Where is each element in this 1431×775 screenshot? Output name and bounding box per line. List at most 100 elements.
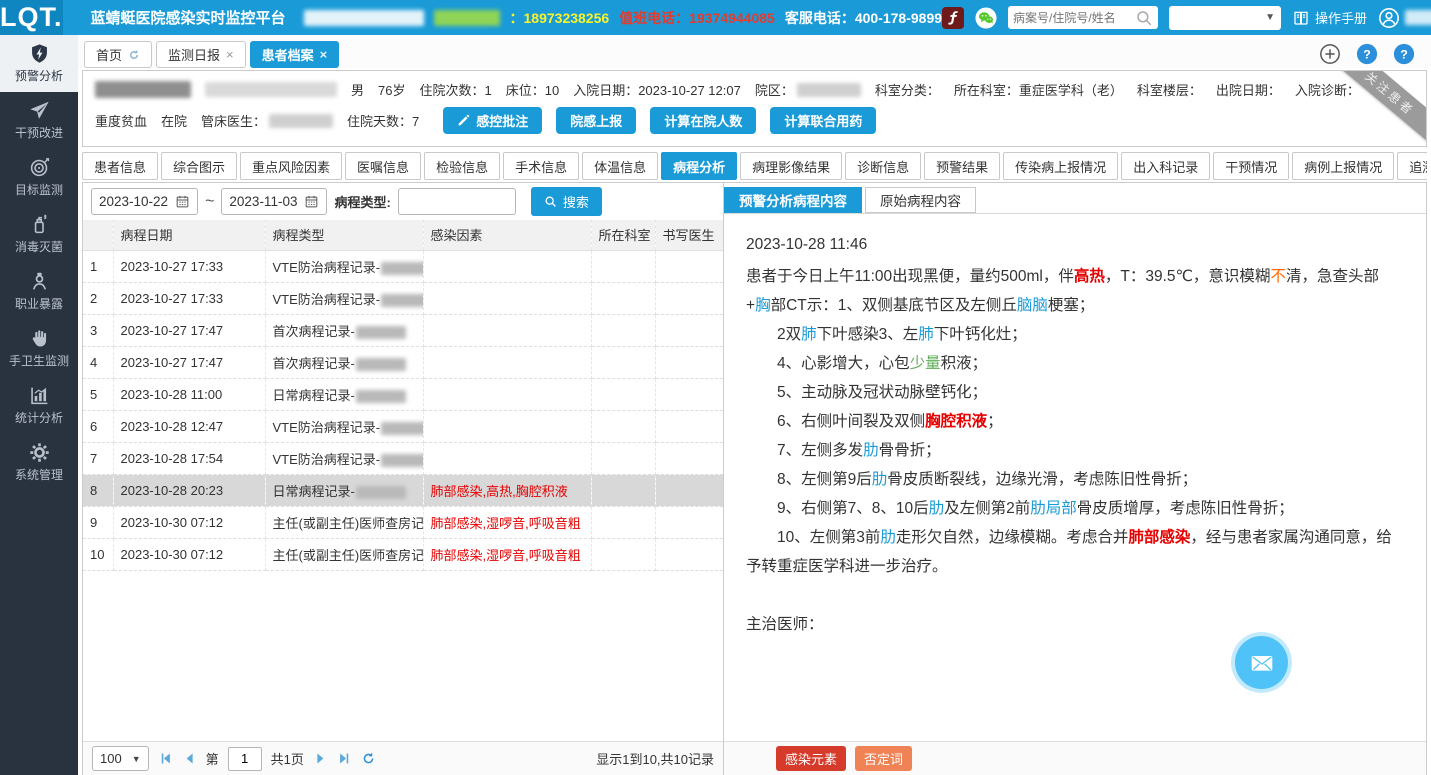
detail-tab-14[interactable]: 病例上报情况: [1292, 152, 1394, 180]
topbar-select[interactable]: ▼: [1169, 6, 1281, 30]
redacted-doctor-name: [381, 294, 423, 307]
detail-tab-1[interactable]: 综合图示: [161, 152, 237, 180]
help-icon[interactable]: ?: [1356, 43, 1378, 65]
close-icon[interactable]: ×: [320, 48, 328, 61]
course-type-cell: 日常病程记录-: [265, 378, 423, 410]
course-type-input[interactable]: [398, 188, 516, 215]
detail-tab-10[interactable]: 预警结果: [924, 152, 1000, 180]
table-row[interactable]: 22023-10-27 17:33VTE防治病程记录-: [83, 282, 723, 314]
patient-search: [1008, 6, 1158, 29]
detail-tab-9[interactable]: 诊断信息: [845, 152, 921, 180]
sidebar-item-yujing[interactable]: 预警分析: [0, 35, 78, 92]
next-page-button[interactable]: [313, 751, 328, 766]
sidebar-item-xiaodu[interactable]: 消毒灭菌: [0, 206, 78, 263]
note-text: 胸: [755, 297, 771, 314]
row-number-cell: 3: [83, 314, 113, 346]
note-tab-1[interactable]: 原始病程内容: [865, 187, 976, 213]
date-to-value: 2023-11-03: [229, 194, 297, 209]
department-cell: [591, 506, 655, 538]
patient-action-button-0[interactable]: 感控批注: [443, 107, 542, 134]
patient-search-input[interactable]: [1013, 11, 1131, 25]
first-page-button[interactable]: [158, 751, 173, 766]
detail-tab-4[interactable]: 检验信息: [424, 152, 500, 180]
note-tab-0[interactable]: 预警分析病程内容: [724, 187, 862, 213]
calendar-icon[interactable]: [304, 194, 319, 209]
table-row[interactable]: 32023-10-27 17:47首次病程记录-: [83, 314, 723, 346]
search-icon[interactable]: [1135, 9, 1153, 27]
table-row[interactable]: 62023-10-28 12:47VTE防治病程记录-: [83, 410, 723, 442]
sidebar-item-xitong[interactable]: 系统管理: [0, 434, 78, 491]
department-cell: [591, 378, 655, 410]
legend-badge-negative-word[interactable]: 否定词: [855, 746, 912, 771]
course-date-cell: 2023-10-27 17:47: [113, 346, 265, 378]
patient-field: 男: [351, 80, 364, 99]
date-to-picker[interactable]: 2023-11-03: [221, 188, 327, 215]
detail-tab-8[interactable]: 病理影像结果: [740, 152, 842, 180]
add-tab-icon[interactable]: [1319, 43, 1341, 65]
patient-action-button-1[interactable]: 院感上报: [556, 107, 636, 134]
table-row[interactable]: 72023-10-28 17:54VTE防治病程记录-: [83, 442, 723, 474]
pencil-icon: [457, 114, 470, 127]
patient-field: 在院: [161, 111, 187, 130]
table-row[interactable]: 92023-10-30 07:12主任(或副主任)医师查房记录肺部感染,湿啰音,…: [83, 506, 723, 538]
table-row[interactable]: 52023-10-28 11:00日常病程记录-: [83, 378, 723, 410]
wechat-icon[interactable]: [975, 7, 997, 29]
patient-action-button-3[interactable]: 计算联合用药: [770, 107, 876, 134]
sidebar-item-ganyu[interactable]: 干预改进: [0, 92, 78, 149]
prev-page-button[interactable]: [182, 751, 197, 766]
note-text: 4、心影增大，心包: [777, 355, 910, 372]
manual-button[interactable]: 操作手册: [1292, 8, 1367, 27]
legend-badge-infection-element[interactable]: 感染元素: [776, 746, 846, 771]
redacted-doctor-name: [356, 390, 406, 403]
page-size-select[interactable]: 100 ▼: [92, 746, 149, 771]
note-tabs: 预警分析病程内容原始病程内容: [724, 183, 1426, 214]
sidebar-item-zhiye[interactable]: 职业暴露: [0, 263, 78, 320]
close-icon[interactable]: ×: [226, 48, 234, 61]
patient-action-button-2[interactable]: 计算在院人数: [650, 107, 756, 134]
sidebar-item-mubiao[interactable]: 目标监测: [0, 149, 78, 206]
detail-tab-5[interactable]: 手术信息: [503, 152, 579, 180]
page-tab-archive[interactable]: 患者档案×: [250, 41, 340, 68]
table-row[interactable]: 82023-10-28 20:23日常病程记录-肺部感染,高热,胸腔积液: [83, 474, 723, 506]
detail-tab-7[interactable]: 病程分析: [661, 152, 737, 180]
course-type-text: 日常病程记录-: [273, 484, 355, 499]
user-menu[interactable]: [1378, 7, 1431, 29]
table-row[interactable]: 12023-10-27 17:33VTE防治病程记录-: [83, 250, 723, 282]
note-text: 患者于今日上午11:00出现黑便，量约500ml，伴: [746, 268, 1074, 285]
page-tab-home[interactable]: 首页: [84, 41, 152, 68]
sidebar-item-shouwei[interactable]: 手卫生监测: [0, 320, 78, 377]
redacted-doctor-name: [381, 454, 423, 467]
search-button[interactable]: 搜索: [531, 187, 602, 216]
page-tab-daily[interactable]: 监测日报 ×: [156, 41, 246, 68]
detail-tab-11[interactable]: 传染病上报情况: [1003, 152, 1118, 180]
redacted-username: [1405, 10, 1431, 25]
detail-tab-15[interactable]: 追溯监测: [1397, 152, 1427, 180]
date-from-value: 2023-10-22: [99, 194, 168, 209]
page-tab-label: 监测日报: [168, 45, 220, 64]
detail-tab-6[interactable]: 体温信息: [582, 152, 658, 180]
table-row[interactable]: 102023-10-30 07:12主任(或副主任)医师查房记录肺部感染,湿啰音…: [83, 538, 723, 570]
infection-factors-cell: [423, 442, 591, 474]
page-number-input[interactable]: [228, 747, 262, 771]
detail-tab-12[interactable]: 出入科记录: [1121, 152, 1210, 180]
refresh-icon[interactable]: [361, 751, 376, 766]
note-line: [746, 581, 1400, 610]
patient-row2-fields: 重度贫血在院管床医生：住院天数：7: [95, 111, 419, 130]
detail-tab-13[interactable]: 干预情况: [1213, 152, 1289, 180]
last-page-button[interactable]: [337, 751, 352, 766]
table-row[interactable]: 42023-10-27 17:47首次病程记录-: [83, 346, 723, 378]
refresh-icon[interactable]: [128, 49, 140, 61]
date-from-picker[interactable]: 2023-10-22: [91, 188, 198, 215]
detail-tab-0[interactable]: 患者信息: [82, 152, 158, 180]
detail-tab-2[interactable]: 重点风险因素: [240, 152, 342, 180]
sidebar-item-tongji[interactable]: 统计分析: [0, 377, 78, 434]
course-type-text: VTE防治病程记录-: [273, 260, 381, 275]
message-fab[interactable]: [1235, 636, 1288, 689]
note-line: 4、心影增大，心包少量积液；: [746, 349, 1400, 378]
redacted-phone-label: [304, 10, 424, 26]
note-text: 下叶感染3、左: [817, 326, 919, 343]
detail-tab-3[interactable]: 医嘱信息: [345, 152, 421, 180]
help-icon[interactable]: ?: [1393, 43, 1415, 65]
calendar-icon[interactable]: [175, 194, 190, 209]
flash-icon[interactable]: [942, 7, 964, 29]
